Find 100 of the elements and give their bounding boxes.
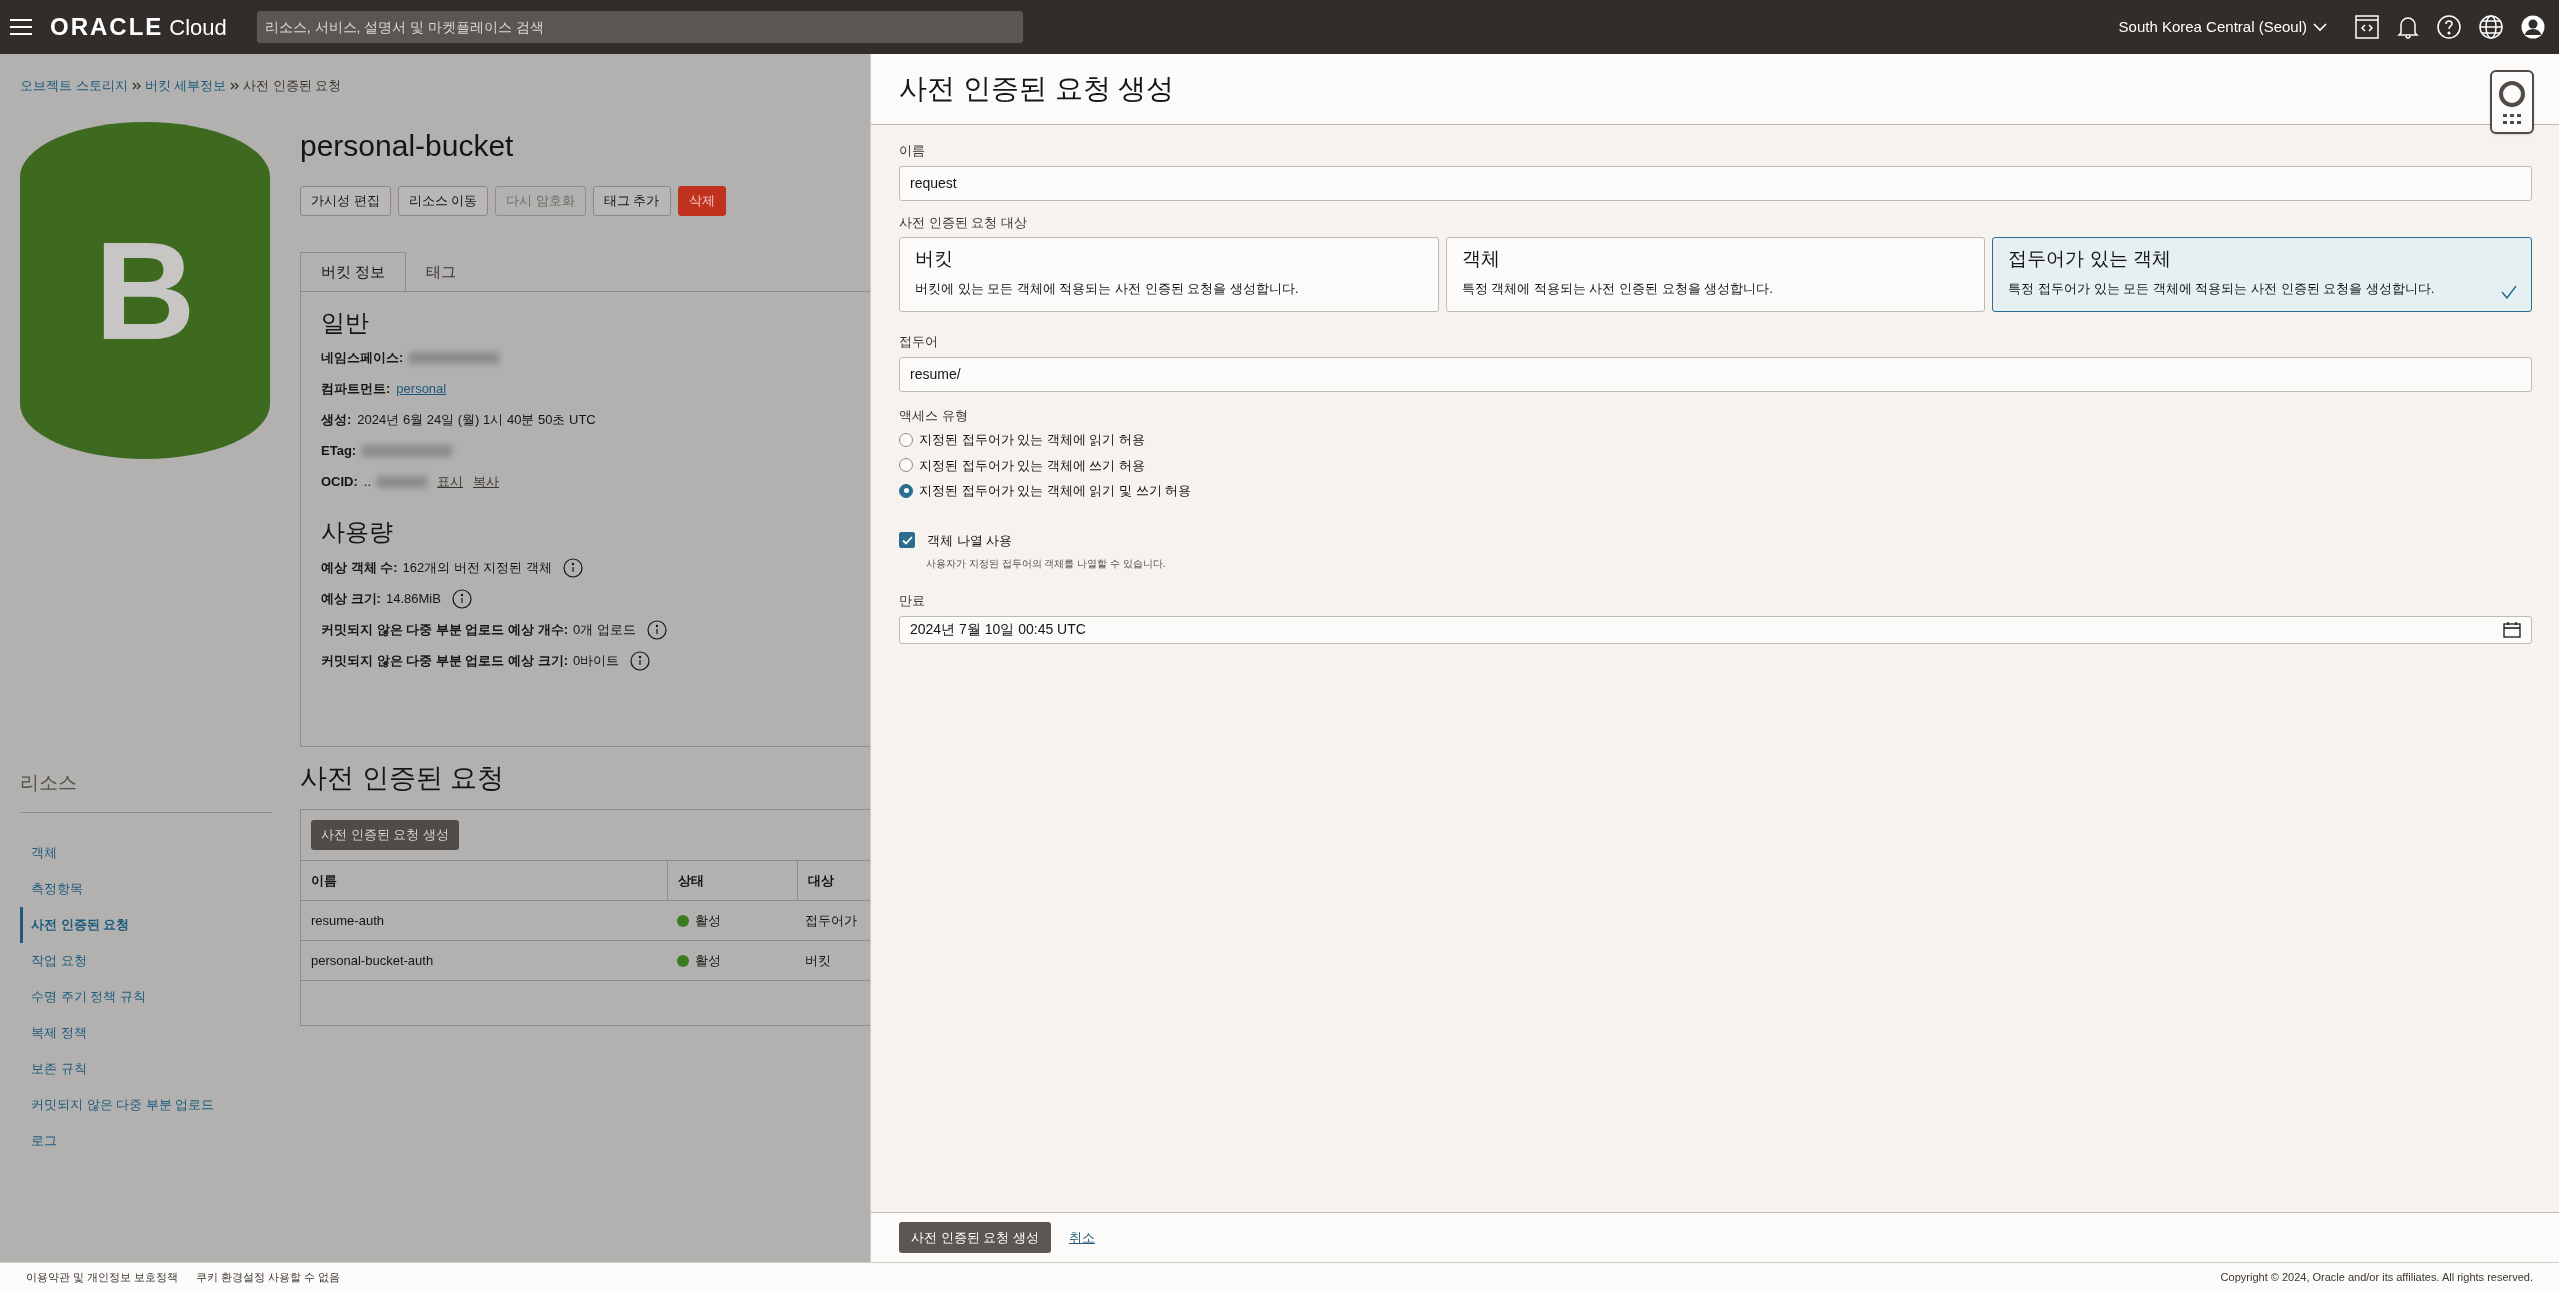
code-window-icon[interactable] <box>2355 15 2379 39</box>
status-text: 활성 <box>695 951 721 970</box>
option-description: 버킷에 있는 모든 객체에 적용되는 사전 인증된 요청을 생성합니다. <box>915 280 1299 298</box>
field-label: 커밋되지 않은 다중 부분 업로드 예상 개수: <box>321 620 568 639</box>
sidebar-item[interactable]: 작업 요청 <box>20 942 272 979</box>
field-label: 예상 크기: <box>321 589 381 608</box>
drawer-title: 사전 인증된 요청 생성 <box>899 72 1175 106</box>
checkmark-icon <box>2501 285 2517 299</box>
radio-button[interactable] <box>899 483 913 498</box>
radio-label[interactable]: 지정된 접두어가 있는 객체에 읽기 허용 <box>919 430 1146 450</box>
breadcrumb-current: 사전 인증된 요청 <box>243 77 342 96</box>
field-label: 예상 객체 수: <box>321 558 398 577</box>
bucket-icon <box>20 122 270 459</box>
radio-label[interactable]: 지정된 접두어가 있는 객체에 읽기 및 쓰기 허용 <box>919 481 1192 501</box>
info-icon[interactable] <box>563 557 584 578</box>
option-title: 접두어가 있는 객체 <box>2008 247 2172 271</box>
action-button[interactable]: 태그 추가 <box>592 186 671 216</box>
create-request-button[interactable]: 사전 인증된 요청 생성 <box>311 820 459 850</box>
footer-link[interactable]: 쿠키 환경설정 사용할 수 없음 <box>196 1269 341 1286</box>
target-option-card[interactable]: 버킷 버킷에 있는 모든 객체에 적용되는 사전 인증된 요청을 생성합니다. <box>899 237 1439 312</box>
field-value: 2024년 6월 24일 (월) 1시 40분 50초 UTC <box>357 410 596 429</box>
table-cell-text: personal-bucket-auth <box>310 951 435 970</box>
info-icon[interactable] <box>646 619 667 640</box>
sidebar-item[interactable]: 로그 <box>20 1122 272 1159</box>
breadcrumb-link[interactable]: 오브젝트 스토리지 <box>20 76 128 96</box>
field-label: 사전 인증된 요청 대상 <box>899 213 1028 232</box>
calendar-icon[interactable] <box>2503 621 2521 638</box>
notification-bell-icon[interactable] <box>2397 15 2419 39</box>
option-title: 객체 <box>1461 247 1501 271</box>
field-value: 14.86MiB <box>385 589 441 608</box>
radio-button[interactable] <box>899 432 913 447</box>
status-text: 활성 <box>695 911 721 930</box>
expiry-field[interactable]: 2024년 7월 10일 00:45 UTC <box>899 615 2532 644</box>
section-heading: 일반 <box>321 308 370 338</box>
grid-dots-icon <box>2503 114 2521 124</box>
help-text: 사용자가 지정된 접두어의 객체를 나열할 수 있습니다. <box>926 557 1167 571</box>
target-option-card[interactable]: 객체 특정 객체에 적용되는 사전 인증된 요청을 생성합니다. <box>1445 237 1986 312</box>
breadcrumb-link[interactable]: 버킷 세부정보 <box>144 76 227 96</box>
sidebar-item[interactable]: 수명 주기 정책 규칙 <box>20 978 272 1015</box>
brand-logo[interactable]: ORACLE <box>50 9 164 45</box>
field-label: 만료 <box>899 592 926 610</box>
field-value: .. <box>363 472 372 491</box>
help-icon[interactable] <box>2437 15 2461 39</box>
column-header[interactable]: 이름 <box>301 861 667 900</box>
breadcrumb-separator-icon <box>131 82 141 90</box>
brand-name[interactable]: Cloud <box>169 11 227 44</box>
copyright-text: Copyright © 2024, Oracle and/or its affiliates. All rights reserved. <box>2220 1270 2533 1286</box>
radio-label[interactable]: 지정된 접두어가 있는 객체에 쓰기 허용 <box>919 455 1146 475</box>
ocid-link[interactable]: 복사 <box>473 471 500 492</box>
submit-button[interactable]: 사전 인증된 요청 생성 <box>899 1222 1051 1253</box>
breadcrumb-separator-icon <box>230 82 240 90</box>
section-heading: 사용량 <box>321 517 394 547</box>
sidebar-item[interactable]: 복제 정책 <box>20 1014 272 1051</box>
field-label: OCID: <box>321 472 358 491</box>
delete-button[interactable]: 삭제 <box>677 186 726 216</box>
target-option-card[interactable]: 접두어가 있는 객체 특정 접두어가 있는 모든 객체에 적용되는 사전 인증된 요청을 생성합니다. <box>1992 237 2532 312</box>
field-label: 액세스 유형 <box>899 406 969 425</box>
footer-link[interactable]: 이용약관 및 개인정보 보호정책 <box>26 1269 179 1286</box>
redacted-value <box>377 475 428 488</box>
action-button[interactable]: 가시성 편집 <box>300 186 391 216</box>
name-field[interactable]: request <box>899 165 2532 201</box>
user-avatar-icon[interactable] <box>2521 15 2545 39</box>
bucket-title: personal-bucket <box>300 128 515 164</box>
chevron-down-icon <box>2313 22 2327 32</box>
menu-icon[interactable] <box>10 19 32 35</box>
sidebar-item[interactable]: 객체 <box>20 834 272 871</box>
sidebar-item[interactable]: 커밋되지 않은 다중 부분 업로드 <box>20 1086 272 1123</box>
field-label: 이름 <box>899 142 926 160</box>
field-value: 162개의 버전 지정된 객체 <box>402 558 553 577</box>
option-description: 특정 접두어가 있는 모든 객체에 적용되는 사전 인증된 요청을 생성합니다. <box>2008 280 2435 298</box>
field-label: 네임스페이스: <box>321 348 404 367</box>
section-heading: 사전 인증된 요청 <box>300 762 505 795</box>
field-label: ETag: <box>321 441 357 460</box>
bucket-letter: B <box>94 220 196 361</box>
field-label: 접두어 <box>899 333 939 351</box>
checkbox[interactable] <box>899 532 915 549</box>
sidebar-item[interactable]: 측정항목 <box>20 870 272 907</box>
field-value: 0바이트 <box>573 651 620 670</box>
action-button[interactable]: 리소스 이동 <box>397 186 489 216</box>
radio-button[interactable] <box>899 458 913 473</box>
option-description: 특정 객체에 적용되는 사전 인증된 요청을 생성합니다. <box>1461 280 1773 298</box>
column-header[interactable]: 상태 <box>667 861 797 900</box>
sidebar-item[interactable]: 보존 규칙 <box>20 1050 272 1087</box>
table-cell-text: 접두어가 <box>805 911 857 930</box>
help-widget[interactable] <box>2490 70 2534 134</box>
search-field[interactable]: 리소스, 서비스, 설명서 및 마켓플레이스 검색 <box>256 11 1023 43</box>
tab[interactable]: 태그 <box>406 252 477 292</box>
sidebar-heading: 리소스 <box>20 769 272 813</box>
field-label: 생성: <box>321 410 352 429</box>
field-label: 컴파트먼트: <box>321 379 391 398</box>
prefix-field[interactable]: resume/ <box>899 356 2532 392</box>
info-icon[interactable] <box>451 588 472 609</box>
globe-icon[interactable] <box>2479 15 2503 39</box>
compartment-link[interactable]: personal <box>396 378 447 399</box>
ocid-link[interactable]: 표시 <box>437 471 464 492</box>
cancel-link[interactable]: 취소 <box>1068 1227 1095 1248</box>
info-icon[interactable] <box>630 650 651 671</box>
region-selector[interactable]: South Korea Central (Seoul) <box>2118 15 2327 39</box>
checkbox-label[interactable]: 객체 나열 사용 <box>927 530 1013 550</box>
tab[interactable]: 버킷 정보 <box>300 252 407 292</box>
